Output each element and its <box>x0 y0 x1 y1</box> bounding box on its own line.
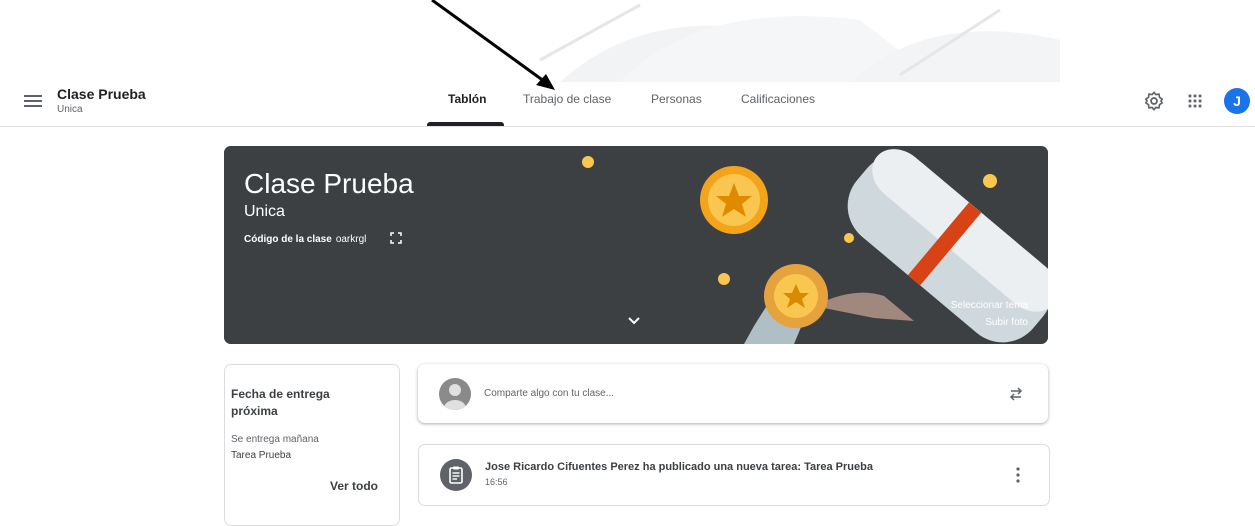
upcoming-card: Fecha de entrega próxima Se entrega maña… <box>224 364 400 526</box>
banner-title: Clase Prueba <box>244 168 414 199</box>
class-banner: Clase Prueba Unica Código de la clase oar… <box>224 146 1048 344</box>
share-placeholder[interactable]: Comparte algo con tu clase... <box>484 388 614 399</box>
class-code-label: Código de la clase <box>244 234 332 245</box>
banner-subtitle: Unica <box>244 203 285 220</box>
stream-post: Jose Ricardo Cifuentes Perez ha publicad… <box>418 444 1050 506</box>
view-all-button[interactable]: Ver todo <box>330 479 378 493</box>
post-time: 16:56 <box>485 477 508 487</box>
annotation-arrow-icon <box>431 0 555 90</box>
upcoming-due-text: Se entrega mañana <box>231 434 319 445</box>
upcoming-task-link[interactable]: Tarea Prueba <box>231 450 291 461</box>
upcoming-title: Fecha de entrega próxima <box>231 387 330 418</box>
repost-icon[interactable] <box>1008 386 1024 402</box>
post-title[interactable]: Jose Ricardo Cifuentes Perez ha publicad… <box>485 461 873 473</box>
chevron-down-icon[interactable] <box>627 316 641 326</box>
class-code: Código de la clase oarkrgl <box>244 234 366 245</box>
user-avatar-icon <box>439 378 471 410</box>
upload-photo-link[interactable]: Subir foto <box>985 317 1028 328</box>
class-code-value: oarkrgl <box>335 234 367 245</box>
active-tab-indicator <box>427 122 504 126</box>
share-with-class-box[interactable]: Comparte algo con tu clase... <box>418 364 1048 423</box>
select-theme-link[interactable]: Seleccionar tema <box>951 300 1028 311</box>
fullscreen-icon[interactable] <box>390 232 402 244</box>
more-options-icon[interactable] <box>1011 466 1025 484</box>
assignment-icon[interactable] <box>440 459 472 491</box>
